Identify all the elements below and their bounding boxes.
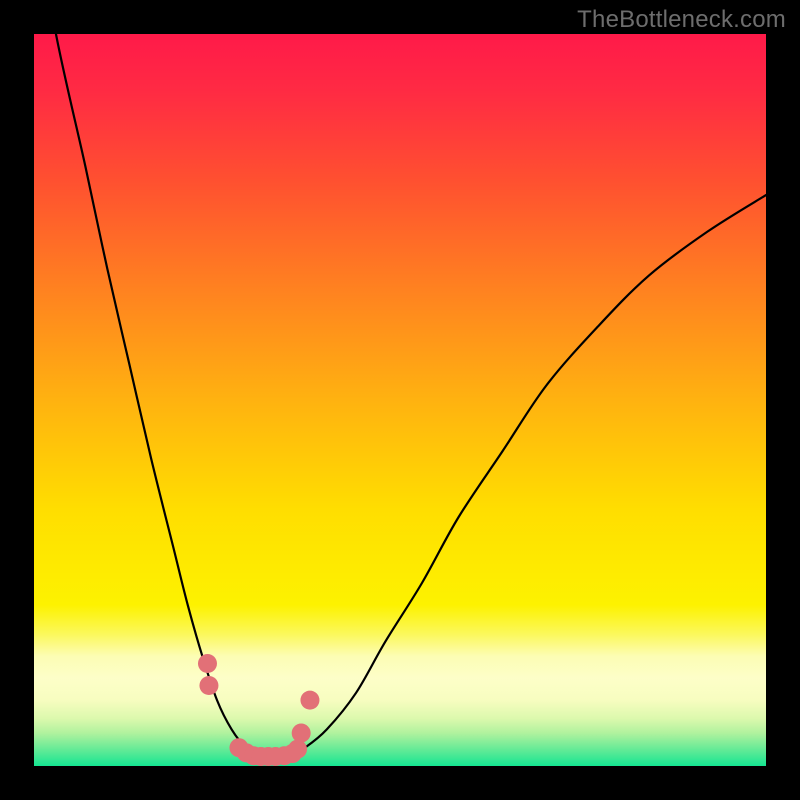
plot-area — [34, 34, 766, 766]
marker-dot — [198, 654, 217, 673]
marker-dot — [300, 691, 319, 710]
marker-dot — [292, 724, 311, 743]
marker-cluster — [198, 654, 319, 766]
marker-dot — [199, 676, 218, 695]
curve-layer — [34, 34, 766, 766]
marker-dot — [288, 740, 307, 759]
bottleneck-curve — [34, 34, 766, 756]
watermark-text: TheBottleneck.com — [577, 6, 786, 34]
chart-frame: TheBottleneck.com — [0, 0, 800, 800]
